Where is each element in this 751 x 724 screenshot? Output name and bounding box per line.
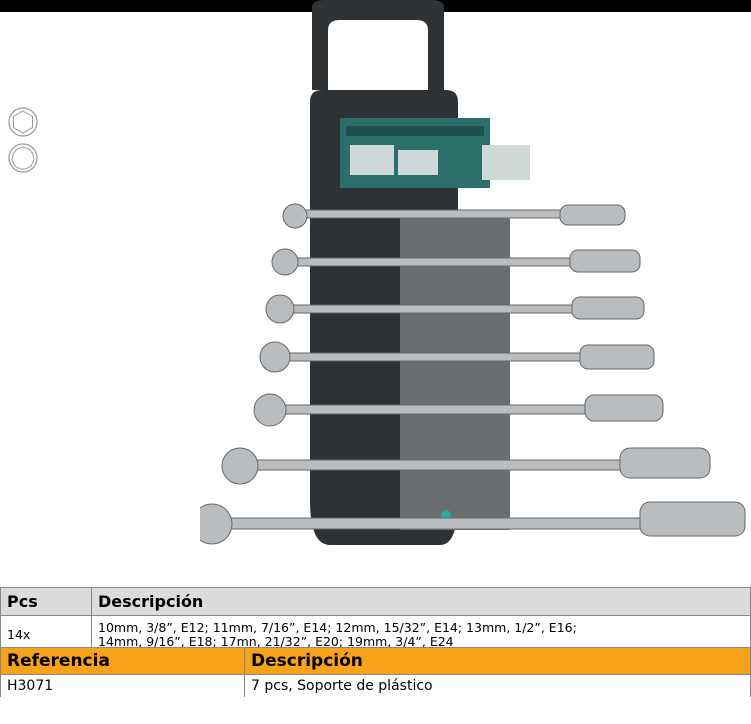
- reference-table: Referencia Descripción H3071 7 pcs, Sopo…: [0, 647, 751, 697]
- column-header-reference: Referencia: [0, 647, 245, 675]
- table-row: H3071 7 pcs, Soporte de plástico: [0, 674, 751, 697]
- description-cell: 7 pcs, Soporte de plástico: [244, 674, 751, 697]
- socket-type-icons: [8, 107, 38, 173]
- table-header-row: Referencia Descripción: [0, 647, 751, 675]
- reference-cell: H3071: [0, 674, 245, 697]
- specs-table: Pcs Descripción 14x 10mm, 3/8”, E12; 11m…: [0, 587, 751, 655]
- table-header-row: Pcs Descripción: [0, 587, 751, 616]
- bihex-socket-icon: [8, 143, 38, 173]
- column-header-description: Descripción: [91, 587, 751, 616]
- product-photo: [200, 0, 746, 545]
- description-line: 10mm, 3/8”, E12; 11mm, 7/16”, E14; 12mm,…: [98, 620, 577, 635]
- column-header-pcs: Pcs: [0, 587, 92, 616]
- hex-socket-icon: [8, 107, 38, 137]
- column-header-description: Descripción: [244, 647, 751, 675]
